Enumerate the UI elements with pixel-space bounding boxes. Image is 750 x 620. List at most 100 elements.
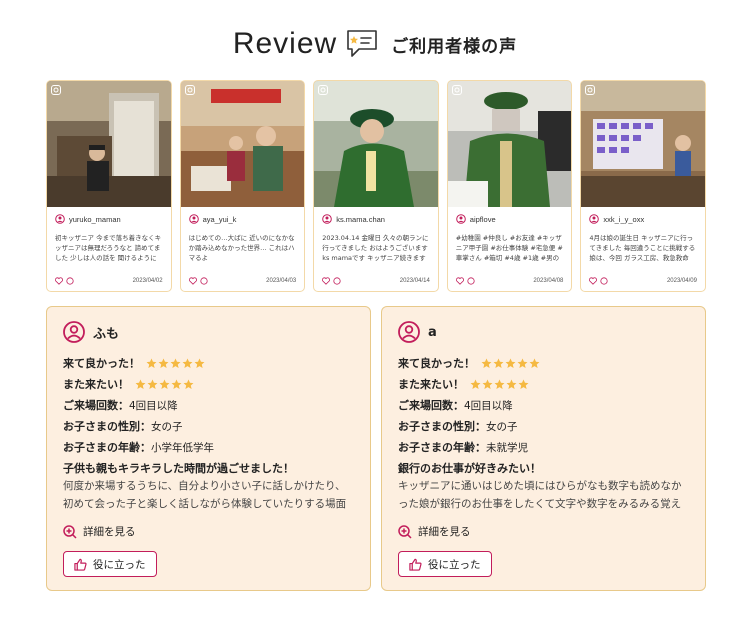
age-value: 小学年低学年 xyxy=(151,441,214,454)
post-actions xyxy=(55,277,74,285)
rating-label: また来たい！ xyxy=(63,378,129,391)
rating-label: 来て良かった！ xyxy=(398,357,475,370)
gender-label: お子さまの性別： xyxy=(398,420,486,433)
review-body: 何度か来場するうちに、自分より小さい子に話しかけたり、初めて会った子と楽しく話し… xyxy=(63,480,347,510)
post-date: 2023/04/14 xyxy=(399,278,430,284)
review-username: ふも xyxy=(93,326,120,342)
comment-icon[interactable] xyxy=(600,277,608,285)
instagram-post-card[interactable]: aya_yui_k はじめての…大ばに 近いのになかなか踏み込めなかった世界… … xyxy=(179,80,306,292)
rating-came-good: 来て良かった！ xyxy=(63,355,205,371)
post-footer: 2023/04/14 xyxy=(322,277,430,285)
rating-label: また来たい！ xyxy=(398,378,464,391)
star-icon xyxy=(147,379,158,389)
instagram-post-card[interactable]: ks.mama.chan 2023.04.14 金曜日 久々の朝ランに行ってきま… xyxy=(313,80,439,292)
user-avatar-icon xyxy=(63,321,85,343)
post-caption: #幼稚園 #仲良し #お友達 #キッザニア甲子園 #お仕事体験 #宅急便 #車掌… xyxy=(455,234,563,262)
gender-value: 女の子 xyxy=(486,420,518,433)
post-footer: 2023/04/08 xyxy=(455,277,564,285)
post-author: aya_yui_k xyxy=(188,214,301,224)
star-icon xyxy=(171,379,182,389)
post-caption: 4月は娘の誕生日 キッザニアに行ってきました 毎回違うことに挑戦する娘は、今回 … xyxy=(589,234,696,262)
instagram-icon xyxy=(51,85,61,95)
star-icon xyxy=(482,379,493,389)
star-icon xyxy=(183,379,194,389)
comment-icon[interactable] xyxy=(199,277,208,285)
instagram-post-card[interactable]: xxk_i_y_oxx 4月は娘の誕生日 キッザニアに行ってきました 毎回違うこ… xyxy=(580,80,706,292)
view-details-link[interactable]: 詳細を見る xyxy=(63,524,136,539)
comment-icon[interactable] xyxy=(467,277,475,285)
helpful-label: 役に立った xyxy=(428,558,481,571)
post-footer: 2023/04/09 xyxy=(589,277,697,285)
age-label: お子さまの年齢： xyxy=(63,441,151,454)
instagram-post-card[interactable]: aipflove #幼稚園 #仲良し #お友達 #キッザニア甲子園 #お仕事体験… xyxy=(446,80,573,292)
rating-again: また来たい！ xyxy=(398,376,529,392)
post-photo xyxy=(314,81,438,207)
comment-icon[interactable] xyxy=(66,277,74,285)
post-photo xyxy=(180,81,305,207)
speech-bubble-icon xyxy=(347,30,377,57)
heart-icon[interactable] xyxy=(322,277,331,285)
visits-value: 4回目以降 xyxy=(129,399,178,412)
review-username: a xyxy=(428,324,437,340)
visits-label: ご来場回数： xyxy=(398,399,464,412)
post-username: aya_yui_k xyxy=(202,214,237,224)
heart-icon[interactable] xyxy=(589,277,598,285)
post-username: ks.mama.chan xyxy=(336,214,385,224)
gender-row: お子さまの性別： 女の子 xyxy=(398,418,518,434)
user-icon xyxy=(589,214,600,224)
star-rating xyxy=(146,358,205,369)
post-photo xyxy=(47,81,171,207)
gender-value: 女の子 xyxy=(151,420,183,433)
review-author: ふも xyxy=(63,321,119,343)
star-icon xyxy=(518,379,529,389)
post-actions xyxy=(589,277,608,285)
plus-circle-icon xyxy=(398,524,412,539)
age-row: お子さまの年齢： 小学年低学年 xyxy=(63,439,214,455)
star-icon xyxy=(470,379,481,389)
section-title: Review xyxy=(232,27,338,60)
section-header: Review ご利用者様の声 xyxy=(0,24,750,64)
visits-row: ご来場回数： 4回目以降 xyxy=(398,397,513,413)
visits-value: 4回目以降 xyxy=(464,399,513,412)
thumbs-up-icon xyxy=(409,558,422,571)
post-username: xxk_i_y_oxx xyxy=(603,214,645,224)
helpful-label: 役に立った xyxy=(93,558,146,571)
heart-icon[interactable] xyxy=(455,277,464,285)
star-rating xyxy=(481,358,540,369)
post-author: aipflove xyxy=(455,214,568,224)
heart-icon[interactable] xyxy=(188,277,197,285)
view-details-link[interactable]: 詳細を見る xyxy=(398,524,471,539)
post-date: 2023/04/03 xyxy=(266,278,297,284)
visits-row: ご来場回数： 4回目以降 xyxy=(63,397,178,413)
instagram-post-list: yuruko_maman 初キッザニア 今まで落ち着きなくキッザニアは無理だろう… xyxy=(46,80,706,292)
age-row: お子さまの年齢： 未就学児 xyxy=(398,439,528,455)
post-actions xyxy=(322,277,341,285)
post-photo xyxy=(447,81,572,207)
star-icon xyxy=(182,358,193,368)
rating-again: また来たい！ xyxy=(63,376,194,392)
star-rating xyxy=(470,379,529,390)
instagram-icon xyxy=(184,85,195,95)
post-author: ks.mama.chan xyxy=(322,214,434,224)
visits-label: ご来場回数： xyxy=(63,399,129,412)
instagram-post-card[interactable]: yuruko_maman 初キッザニア 今まで落ち着きなくキッザニアは無理だろう… xyxy=(46,80,172,292)
helpful-button[interactable]: 役に立った xyxy=(398,551,492,577)
comment-icon[interactable] xyxy=(333,277,341,285)
heart-icon[interactable] xyxy=(55,277,63,285)
post-date: 2023/04/08 xyxy=(533,278,564,284)
review-card: a 来て良かった！ また来たい！ ご来場回数： 4回目以降 お子さまの性別： 女… xyxy=(381,306,706,591)
plus-circle-icon xyxy=(63,524,77,539)
post-actions xyxy=(455,277,475,285)
post-username: aipflove xyxy=(469,214,496,224)
star-icon xyxy=(170,358,181,368)
user-icon xyxy=(188,214,199,224)
instagram-icon xyxy=(451,85,462,95)
star-icon xyxy=(481,358,492,368)
gender-row: お子さまの性別： 女の子 xyxy=(63,418,183,434)
star-icon xyxy=(494,379,505,389)
helpful-button[interactable]: 役に立った xyxy=(63,551,157,577)
star-icon xyxy=(158,358,169,368)
age-label: お子さまの年齢： xyxy=(398,441,486,454)
post-caption: はじめての…大ばに 近いのになかなか踏み込めなかった世界… これはハマるよ xyxy=(188,234,295,262)
rating-label: 来て良かった！ xyxy=(63,357,140,370)
